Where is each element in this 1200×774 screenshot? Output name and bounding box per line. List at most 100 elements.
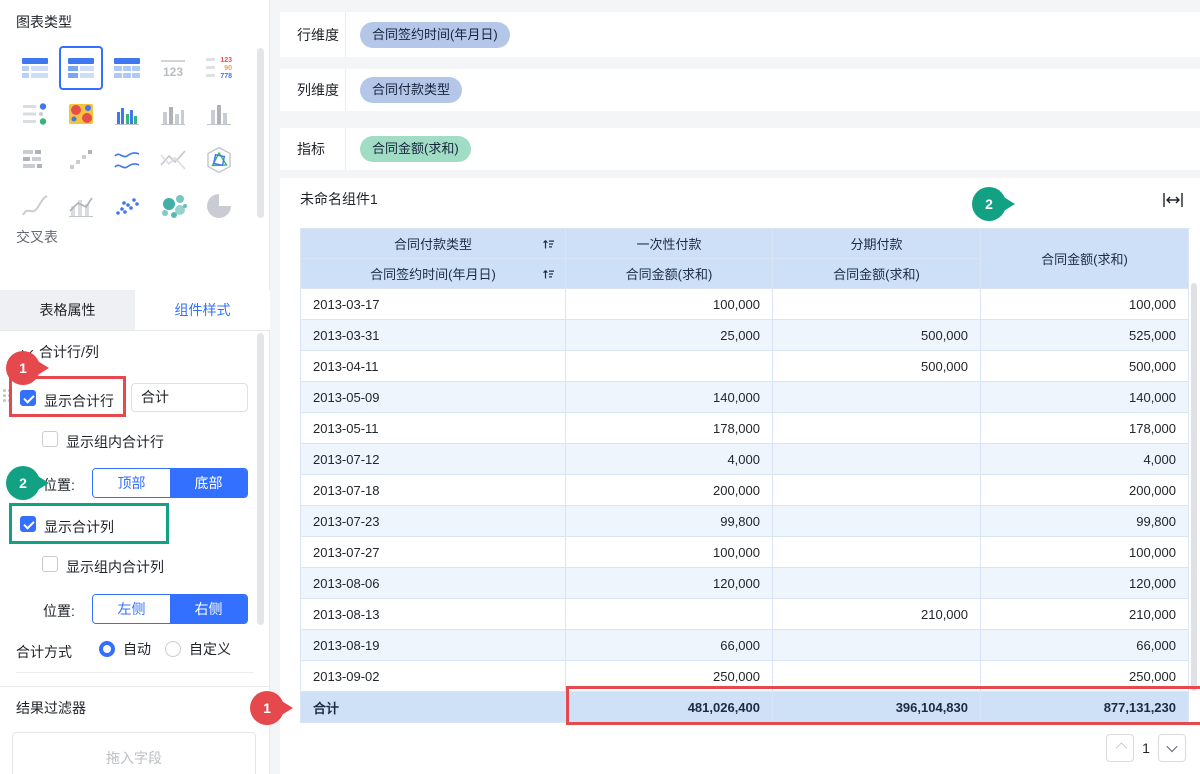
row-dimension-label: 行维度 [280,12,346,57]
col-dimension-bar: 列维度 合同付款类型 [280,69,1200,111]
chart-type-detail-table-icon[interactable] [13,46,57,90]
show-group-total-row-label: 显示组内合计行 [66,434,164,450]
chart-type-progress-steps-icon[interactable] [59,138,103,182]
total-method-option[interactable]: 自定义 [165,639,231,659]
table-cell-total-col: 200,000 [981,475,1189,506]
show-total-row-label: 显示合计行 [44,393,114,409]
total-row-label: 合计 [301,692,566,723]
table-cell-total-col: 100,000 [981,537,1189,568]
table-cell-once-payment: 100,000 [566,289,773,320]
chart-type-bubble-chart-icon[interactable] [151,184,195,228]
filter-drop-zone[interactable]: 拖入字段 [12,732,256,774]
radio-unselected-icon[interactable] [165,641,181,657]
table-row-date: 2013-07-23 [301,506,566,537]
show-total-col-checkbox[interactable] [20,516,36,532]
tab-component-style[interactable]: 组件样式 [135,290,270,330]
bi-chart-editor: 图表类型 123 123 90 778 交叉表 表格属性 组件样式 合计行/列 显示合… [0,0,1200,774]
header-measure: 合同金额(求和) [773,259,981,289]
chart-type-indicator-icon[interactable] [13,92,57,136]
position-option-selected[interactable]: 右侧 [170,595,247,623]
table-cell-once-payment: 4,000 [566,444,773,475]
chart-type-scatter-chart-icon[interactable] [105,184,149,228]
chart-type-curve-chart-icon[interactable] [13,184,57,228]
page-up-button[interactable] [1106,734,1134,762]
total-row-col-section-header[interactable]: 合计行/列 [21,342,99,362]
chart-type-kpi-card-icon[interactable]: 123 90 778 [197,46,241,90]
sort-icon[interactable] [542,267,555,280]
table-cell-total-col: 140,000 [981,382,1189,413]
chart-type-grid-table-icon[interactable] [105,46,149,90]
table-cell-installment: 500,000 [773,351,981,382]
total-method-option[interactable]: 自动 [99,639,151,659]
chart-type-number-card-icon[interactable]: 123 [151,46,195,90]
sort-icon[interactable] [542,237,555,250]
show-group-total-col-checkbox[interactable] [42,556,58,572]
row-dimension-field-pill[interactable]: 合同签约时间(年月日) [360,21,510,48]
table-cell-installment [773,475,981,506]
sidebar-scrollbar-thumb[interactable] [257,48,264,218]
show-group-total-col-label: 显示组内合计列 [66,559,164,575]
show-total-row-checkbox[interactable] [20,390,36,406]
total-col-position-toggle: 左侧 右侧 [92,594,248,624]
drop-zone-placeholder: 拖入字段 [106,750,162,766]
table-row-date: 2013-07-27 [301,537,566,568]
table-scrollbar-thumb[interactable] [1191,283,1197,691]
radio-label: 自动 [123,641,151,657]
chart-type-pie-chart-icon[interactable] [197,184,241,228]
position-option-selected[interactable]: 底部 [170,469,247,497]
page-number: 1 [1142,740,1150,756]
radio-selected-icon[interactable] [99,641,115,657]
chart-type-heatmap-icon[interactable] [59,92,103,136]
sidebar-tabs: 表格属性 组件样式 [0,290,270,331]
table-cell-installment [773,661,981,692]
chart-type-grid: 123 123 90 778 [13,46,243,230]
position-option-unselected[interactable]: 左侧 [93,595,170,623]
header-col-group: 分期付款 [773,229,981,259]
table-cell-once-payment [566,351,773,382]
table-row-date: 2013-09-02 [301,661,566,692]
total-row-position-toggle: 顶部 底部 [92,468,248,498]
col-dimension-field-pill[interactable]: 合同付款类型 [360,77,463,103]
tab-table-properties[interactable]: 表格属性 [0,290,135,330]
table-cell-total-col: 4,000 [981,444,1189,475]
show-group-total-row-checkbox[interactable] [42,431,58,447]
table-cell-installment [773,444,981,475]
table-cell-once-payment: 120,000 [566,568,773,599]
table-cell-installment: 210,000 [773,599,981,630]
total-row-name-input[interactable]: 合计 [131,383,248,412]
chart-type-cross-table-icon[interactable] [59,46,103,90]
table-cell-installment [773,506,981,537]
drag-handle[interactable] [3,389,11,404]
position-option-unselected[interactable]: 顶部 [93,469,170,497]
chart-type-title: 图表类型 [16,14,72,30]
table-cell-once-payment: 200,000 [566,475,773,506]
metric-field-pill[interactable]: 合同金额(求和) [360,136,471,162]
table-cell-total-col: 100,000 [981,289,1189,320]
sidebar-scrollbar-thumb[interactable] [257,333,264,625]
chart-type-combo-chart-icon[interactable] [59,184,103,228]
chart-type-column-chart-icon[interactable] [197,92,241,136]
table-cell-installment [773,568,981,599]
chart-preview-panel: 行维度 合同签约时间(年月日) 列维度 合同付款类型 指标 合同金额(求和) 未… [270,0,1200,774]
table-row-date: 2013-03-17 [301,289,566,320]
table-row-date: 2013-05-11 [301,413,566,444]
chart-type-bar-chart-icon[interactable] [151,92,195,136]
table-cell-once-payment: 99,800 [566,506,773,537]
header-total-column: 合同金额(求和) [981,229,1189,289]
page-down-button[interactable] [1158,734,1186,762]
chart-type-horizontal-bar-icon[interactable] [13,138,57,182]
fit-width-icon[interactable] [1162,192,1184,208]
table-cell-total-col: 99,800 [981,506,1189,537]
chart-type-radar-chart-icon[interactable] [197,138,241,182]
chart-type-area-chart-icon[interactable] [151,138,195,182]
table-row-date: 2013-07-18 [301,475,566,506]
chart-type-line-chart-icon[interactable] [105,138,149,182]
chart-type-grouped-bar-icon[interactable] [105,92,149,136]
chart-config-sidebar: 图表类型 123 123 90 778 交叉表 表格属性 组件样式 合计行/列 显示合… [0,0,270,774]
table-cell-installment [773,630,981,661]
table-cell-once-payment: 250,000 [566,661,773,692]
table-cell-once-payment: 178,000 [566,413,773,444]
widget-title: 未命名组件1 [300,191,378,207]
divider [0,686,270,687]
table-cell-installment [773,413,981,444]
